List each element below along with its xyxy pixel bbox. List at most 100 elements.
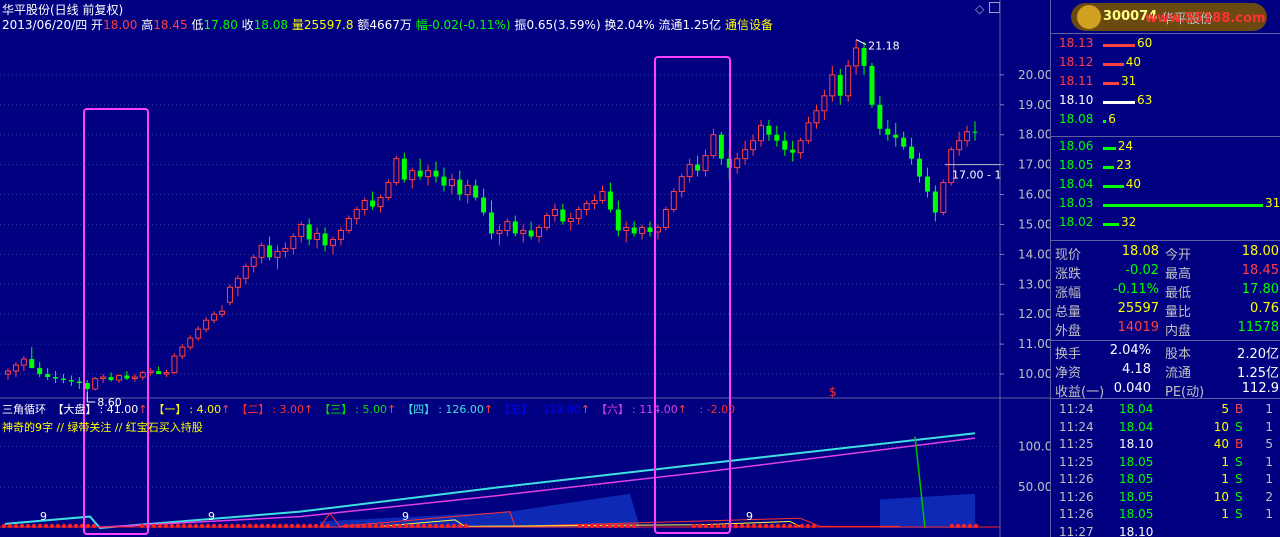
bid-row[interactable]: 18.02 32 — [1059, 215, 1279, 234]
candle-body — [481, 197, 487, 213]
ask-volume: 40 — [1125, 55, 1142, 69]
y-tick-label: 15.00 — [1018, 217, 1050, 231]
ind-y-tick-label: 50.00 — [1018, 480, 1050, 494]
candle-body — [536, 226, 543, 237]
indicator-item: 【五】: 119.00↑ — [499, 403, 591, 416]
tick-row[interactable]: 11:26 18.05 1 S 1 — [1055, 507, 1279, 524]
tick-row[interactable]: 11:27 18.10 — [1055, 525, 1279, 537]
ask-price: 18.11 — [1059, 74, 1094, 88]
tick-price: 18.04 — [1119, 402, 1154, 416]
candle-body — [298, 223, 305, 237]
candle-body — [242, 265, 249, 279]
bid-row[interactable]: 18.04 40 — [1059, 177, 1279, 196]
nine-label: 9 — [208, 510, 215, 523]
ind-dot — [37, 523, 43, 529]
kline-chart-area[interactable]: 华平股份(日线 前复权) ◇ 2013/06/20/四 开18.00 高18.4… — [0, 0, 1050, 537]
high-annotation: 21.18 — [868, 40, 900, 53]
candle-body — [615, 209, 621, 231]
ask-price: 18.08 — [1059, 112, 1094, 126]
tick-row[interactable]: 11:26 18.05 10 S 2 — [1055, 490, 1279, 507]
ind-dot — [217, 523, 223, 529]
tick-row[interactable]: 11:24 18.04 10 S 1 — [1055, 420, 1279, 437]
candle-body — [917, 158, 923, 177]
ind-dot — [229, 523, 235, 529]
ind-dot — [169, 523, 175, 529]
candle-body — [163, 372, 170, 375]
candle-body — [361, 200, 368, 211]
ask-row[interactable]: 18.12 40 — [1059, 55, 1279, 74]
ind-dot — [577, 523, 583, 529]
ind-dot — [973, 523, 979, 529]
candle-body — [417, 170, 423, 177]
tick-time: 11:24 — [1059, 402, 1094, 416]
bid-volume: 32 — [1121, 215, 1137, 229]
candle-body — [12, 364, 19, 372]
y-tick-label: 14.00 — [1018, 247, 1050, 261]
candle-body — [813, 110, 820, 124]
stat-row: 现价 18.08 今开 18.00 — [1055, 244, 1279, 263]
ask-volume: 31 — [1121, 74, 1137, 88]
candle-body — [171, 355, 178, 374]
candle-body — [68, 380, 74, 382]
candle-body — [337, 229, 344, 240]
ask-row[interactable]: 18.11 31 — [1059, 74, 1279, 93]
candle-body — [932, 191, 938, 213]
ind-dot — [181, 523, 187, 529]
ind-dot — [7, 523, 13, 529]
tick-row[interactable]: 11:24 18.04 5 B 1 — [1055, 402, 1279, 419]
ask-row[interactable]: 18.10 63 — [1059, 93, 1279, 112]
bid-row[interactable]: 18.06 24 — [1059, 139, 1279, 158]
candle-body — [314, 232, 321, 240]
stat-label: 今开 — [1165, 248, 1192, 263]
ask-row[interactable]: 18.13 60 — [1059, 36, 1279, 55]
ind-dot — [781, 523, 787, 529]
bid-row[interactable]: 18.05 23 — [1059, 158, 1279, 177]
candle-body — [282, 247, 289, 252]
ind-dot — [739, 523, 745, 529]
candle-body — [274, 250, 281, 258]
ind-dot — [25, 523, 31, 529]
ind-dot — [373, 523, 379, 529]
tick-price: 18.05 — [1119, 472, 1154, 486]
bid-volume: 311 — [1265, 196, 1280, 210]
fundamental-value: 2.04% — [1109, 343, 1151, 358]
ind-dot — [73, 523, 79, 529]
candle-body — [385, 182, 392, 199]
candle-body — [53, 377, 59, 379]
bid-price: 18.04 — [1059, 177, 1094, 191]
candle-body — [226, 286, 233, 303]
indicator-note: 神奇的9字 // 绿带关注 // 红宝石买入持股 — [2, 421, 203, 434]
candle-body — [845, 65, 852, 97]
stat-label: 最高 — [1165, 267, 1192, 282]
candle-body — [853, 47, 860, 67]
fundamental-row: 净资 4.18 流通 1.25亿 — [1055, 362, 1279, 381]
ind-dot — [427, 523, 433, 529]
candle-body — [60, 378, 66, 381]
candle-body — [29, 359, 35, 369]
candle-body — [370, 200, 376, 207]
candlestick-chart[interactable]: 20.00 19.00 18.00 17.00 16.00 15.00 14.00 13.00… — [0, 0, 1050, 537]
stat-label: 涨幅 — [1055, 286, 1082, 301]
ind-dot — [793, 523, 799, 529]
ind-dot — [601, 523, 607, 529]
candle-body — [267, 245, 273, 258]
stat-value: 25597 — [1117, 301, 1159, 316]
bid-volume: 24 — [1117, 139, 1134, 153]
ind-dot — [361, 523, 367, 529]
ind-dot — [55, 523, 61, 529]
signal-marker: $ — [829, 385, 837, 399]
candle-body — [5, 370, 11, 375]
tick-volume: 10 — [1213, 419, 1229, 434]
last-price-label: 17.00 - 1 — [952, 169, 1001, 182]
ask-row[interactable]: 18.08 6 — [1059, 112, 1279, 131]
tick-row[interactable]: 11:25 18.10 40 B 5 — [1055, 437, 1279, 454]
tick-row[interactable]: 11:25 18.05 1 S 1 — [1055, 455, 1279, 472]
fundamental-value: 4.18 — [1122, 362, 1151, 377]
ask-price: 18.13 — [1059, 36, 1094, 50]
candle-body — [924, 176, 930, 192]
high-pointer — [855, 39, 867, 46]
fundamental-value: 2.20亿 — [1237, 347, 1279, 362]
tick-row[interactable]: 11:26 18.05 1 S 1 — [1055, 472, 1279, 489]
bid-row[interactable]: 18.03 311 — [1059, 196, 1280, 215]
y-tick-label: 10.00 — [1018, 367, 1050, 381]
